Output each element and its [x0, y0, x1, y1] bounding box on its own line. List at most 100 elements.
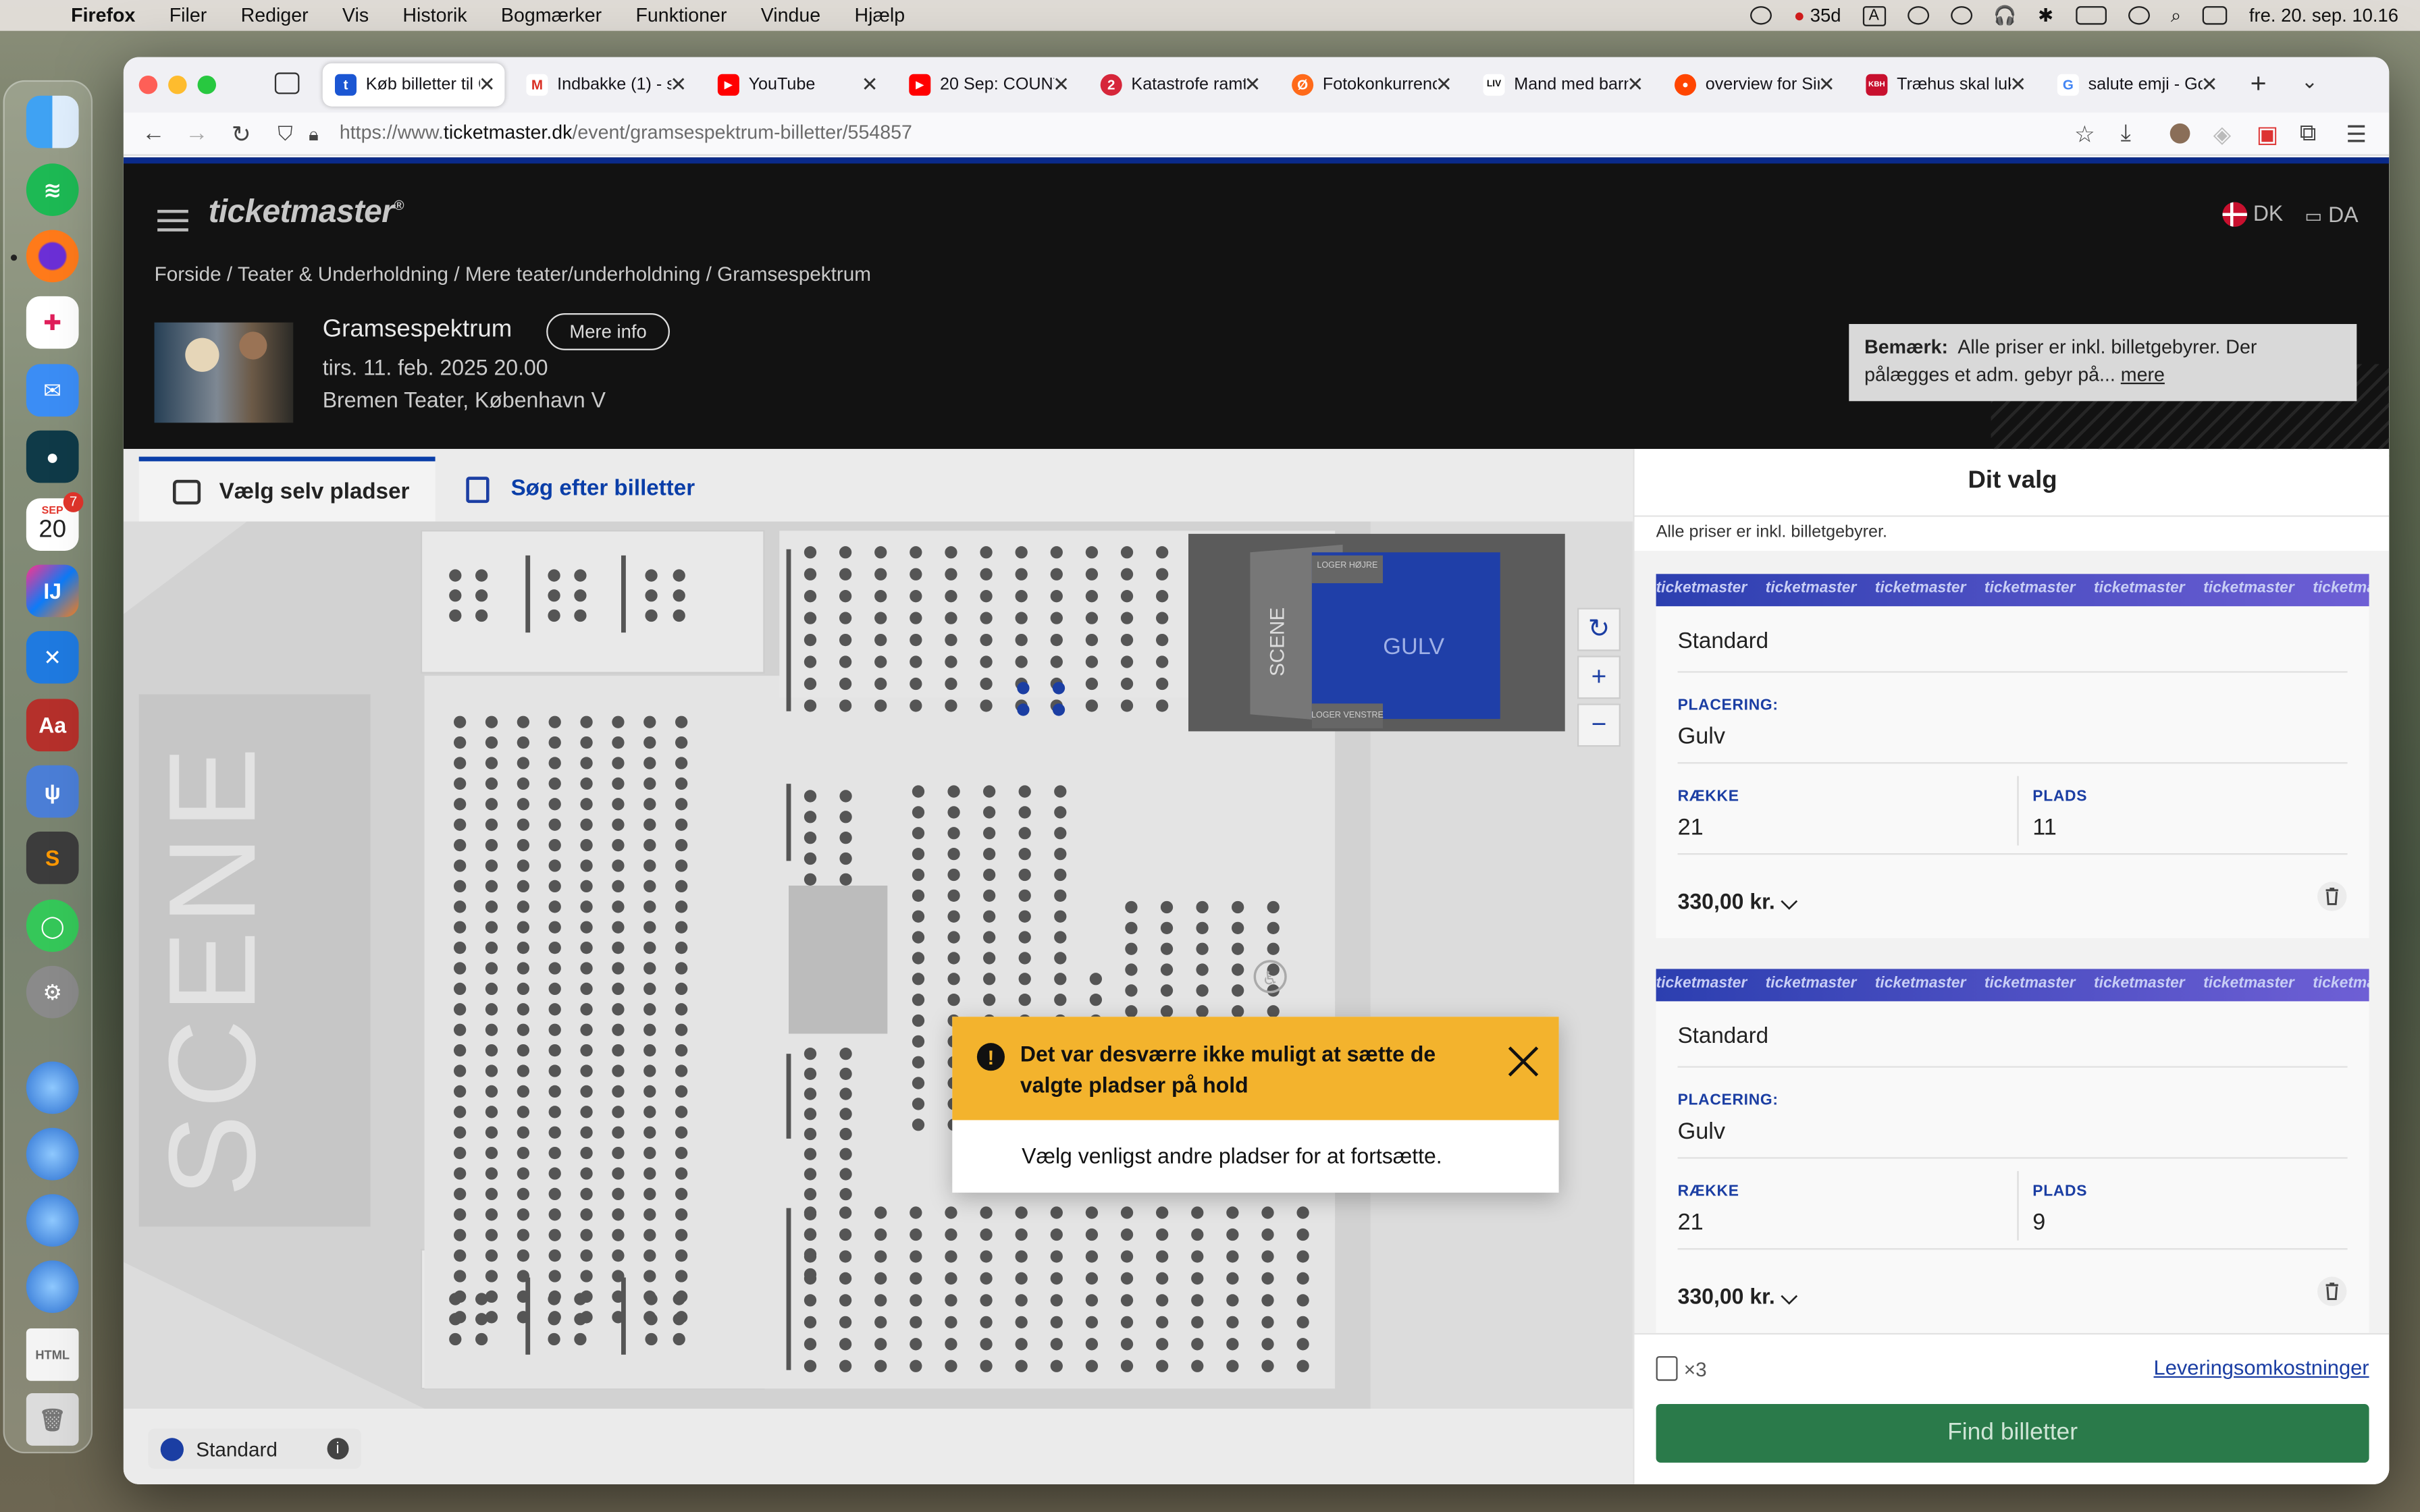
seat[interactable] — [612, 982, 625, 996]
seat[interactable] — [983, 889, 996, 902]
input-source-icon[interactable]: A — [1862, 5, 1886, 26]
seat[interactable] — [1050, 1206, 1063, 1219]
seat[interactable] — [580, 1126, 593, 1139]
seat[interactable] — [1196, 963, 1209, 976]
seat[interactable] — [517, 798, 530, 811]
seat[interactable] — [485, 1023, 498, 1036]
seat[interactable] — [1120, 655, 1134, 668]
seat[interactable] — [1156, 1359, 1169, 1372]
seat[interactable] — [548, 900, 561, 913]
seat[interactable] — [910, 612, 922, 624]
seat[interactable] — [548, 609, 560, 622]
seat[interactable] — [980, 677, 993, 691]
seat[interactable] — [983, 973, 996, 986]
bluetooth-icon[interactable]: ✱ — [2038, 5, 2053, 26]
seat[interactable] — [517, 1311, 530, 1324]
seat[interactable] — [1191, 1250, 1204, 1263]
seat[interactable] — [548, 1249, 561, 1262]
seat[interactable] — [1296, 1338, 1309, 1351]
downloads-icon[interactable]: ⤓ — [2121, 120, 2131, 146]
seat[interactable] — [1085, 1250, 1099, 1263]
seat[interactable] — [1120, 1228, 1134, 1241]
close-tab-icon[interactable]: ✕ — [1436, 72, 1452, 97]
seat[interactable] — [839, 1250, 852, 1263]
seat[interactable] — [910, 1338, 922, 1351]
seat[interactable] — [1191, 1359, 1204, 1372]
seat[interactable] — [1232, 1005, 1244, 1018]
seat[interactable] — [485, 1208, 498, 1221]
seat[interactable] — [485, 1228, 498, 1241]
seat[interactable] — [612, 1085, 625, 1098]
seat[interactable] — [839, 655, 852, 668]
seat[interactable] — [517, 818, 530, 831]
seat[interactable] — [804, 1250, 817, 1263]
seat[interactable] — [910, 546, 922, 559]
seat[interactable] — [912, 1077, 925, 1089]
seat[interactable] — [804, 1048, 817, 1060]
finder-icon[interactable] — [26, 95, 79, 148]
seat[interactable] — [580, 1064, 593, 1077]
seat[interactable] — [517, 716, 530, 728]
seat[interactable] — [804, 832, 817, 844]
seat[interactable] — [1085, 633, 1099, 647]
seat[interactable] — [1196, 942, 1209, 955]
seat[interactable] — [580, 757, 593, 770]
seat[interactable] — [675, 716, 688, 728]
seat[interactable] — [1089, 994, 1103, 1006]
seat[interactable] — [612, 757, 625, 770]
seat[interactable] — [517, 1187, 530, 1201]
seat[interactable] — [485, 1187, 498, 1201]
seat[interactable] — [673, 589, 685, 602]
seat[interactable] — [580, 1208, 593, 1221]
seat[interactable] — [580, 1003, 593, 1016]
browser-tab[interactable]: 2 Katastrofe ramte ✕ — [1088, 63, 1270, 107]
seat[interactable] — [1156, 590, 1169, 603]
system-settings-icon[interactable]: ⚙ — [26, 965, 79, 1019]
close-tab-icon[interactable]: ✕ — [2201, 72, 2218, 97]
seat[interactable] — [1018, 889, 1031, 902]
seat[interactable] — [912, 973, 925, 986]
seat[interactable] — [485, 757, 498, 770]
seat[interactable] — [675, 1167, 688, 1180]
seat[interactable] — [912, 889, 925, 902]
seat[interactable] — [947, 868, 960, 882]
seat[interactable] — [839, 811, 852, 824]
seat[interactable] — [874, 655, 887, 668]
seat[interactable] — [945, 1206, 957, 1219]
seat[interactable] — [983, 827, 996, 840]
seat[interactable] — [910, 1250, 922, 1263]
seat[interactable] — [580, 1270, 593, 1282]
seat[interactable] — [1050, 655, 1063, 668]
close-icon[interactable] — [1506, 1044, 1540, 1078]
seat[interactable] — [980, 1294, 993, 1307]
seat[interactable] — [454, 736, 467, 749]
seat[interactable] — [643, 1126, 656, 1139]
seat[interactable] — [454, 1167, 467, 1180]
seat[interactable] — [839, 790, 852, 803]
seat[interactable] — [580, 1228, 593, 1241]
seat[interactable] — [839, 677, 852, 691]
forward-button[interactable]: → — [185, 120, 208, 146]
seat[interactable] — [643, 777, 656, 790]
seat[interactable] — [804, 1359, 817, 1372]
seat[interactable] — [912, 868, 925, 882]
seat[interactable] — [945, 1250, 957, 1263]
seat[interactable] — [1050, 1294, 1063, 1307]
close-window-button[interactable] — [138, 76, 158, 94]
seat[interactable] — [1085, 590, 1099, 603]
seat[interactable] — [912, 1098, 925, 1110]
seat[interactable] — [580, 716, 593, 728]
menu-file[interactable]: Filer — [169, 5, 207, 26]
seat[interactable] — [612, 1126, 625, 1139]
seat[interactable] — [517, 962, 530, 975]
seat[interactable] — [1267, 900, 1280, 914]
seat[interactable] — [548, 1064, 561, 1077]
seat[interactable] — [485, 716, 498, 728]
seat[interactable] — [1017, 703, 1030, 716]
seat[interactable] — [980, 1206, 993, 1219]
seat[interactable] — [1054, 868, 1067, 882]
seat[interactable] — [643, 1064, 656, 1077]
seat[interactable] — [874, 699, 887, 712]
seat[interactable] — [1191, 1316, 1204, 1329]
seat[interactable] — [980, 633, 993, 647]
